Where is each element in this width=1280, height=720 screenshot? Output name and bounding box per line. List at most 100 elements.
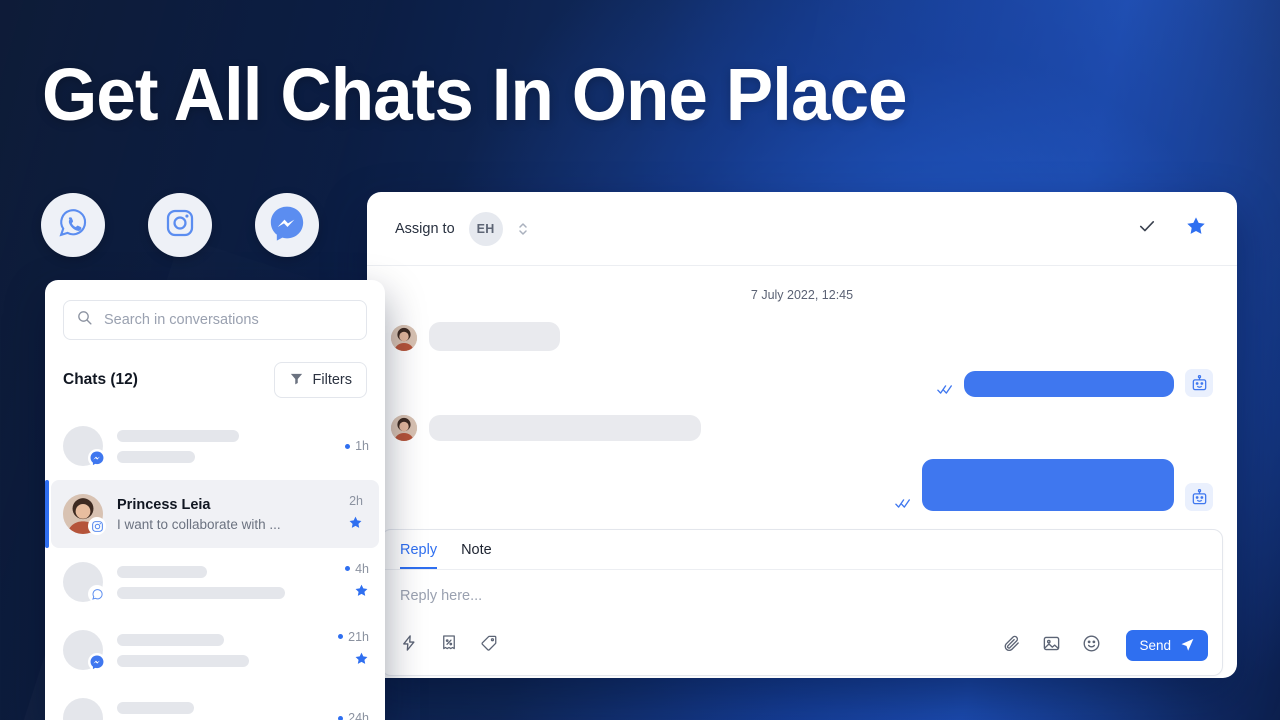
chats-count-title: Chats (12) [63, 371, 138, 388]
unread-dot [338, 715, 344, 720]
bot-avatar-icon [1185, 483, 1213, 511]
conversation-preview-placeholder [117, 654, 249, 667]
avatar [391, 415, 417, 441]
lightning-icon[interactable] [400, 634, 418, 657]
assignee-avatar[interactable]: EH [468, 211, 503, 246]
conversation-meta: 2h [348, 494, 363, 535]
conversation-timestamp: 21h [338, 630, 369, 644]
channel-whatsapp[interactable] [41, 193, 105, 257]
conversation-row[interactable]: 21h [45, 616, 385, 684]
timestamp-label: 2h [349, 493, 363, 508]
unread-dot [338, 634, 344, 639]
chat-header-actions [1137, 215, 1207, 242]
message-bubble [964, 371, 1174, 397]
promo-banner: Get All Chats In One Place Assign to EH … [0, 0, 1280, 720]
whatsapp-icon [88, 585, 106, 603]
chat-header: Assign to EH [367, 192, 1237, 266]
emoji-icon[interactable] [1082, 634, 1101, 658]
message-thread: 7 July 2022, 12:45 [367, 266, 1237, 529]
search-placeholder: Search in conversations [104, 312, 259, 328]
conversation-row[interactable]: 24h [45, 684, 385, 720]
chat-window: Assign to EH 7 July 2022, 12:45 Reply No… [367, 192, 1237, 678]
conversation-meta: 1h [345, 439, 369, 453]
avatar-image [63, 698, 103, 720]
conversation-row[interactable]: 1h [45, 412, 385, 480]
send-icon [1180, 637, 1195, 655]
timestamp-label: 21h [348, 629, 369, 644]
messenger-icon [88, 653, 106, 671]
page-title: Get All Chats In One Place [42, 53, 908, 136]
composer-tabs: Reply Note [382, 530, 1222, 570]
composer-toolbar: Send [382, 630, 1222, 675]
discount-icon[interactable] [440, 634, 458, 657]
date-divider: 7 July 2022, 12:45 [750, 288, 854, 302]
filters-button-label: Filters [312, 372, 352, 388]
read-receipt-icon [937, 384, 954, 397]
image-icon[interactable] [1042, 634, 1061, 658]
unread-dot [345, 443, 351, 449]
check-icon[interactable] [1137, 216, 1157, 241]
star-icon[interactable] [354, 583, 369, 603]
conversation-timestamp: 2h [349, 494, 363, 508]
attachment-icon[interactable] [1002, 634, 1021, 658]
conversation-name-placeholder [117, 633, 224, 646]
timestamp-label: 1h [355, 439, 369, 453]
whatsapp-icon [56, 206, 90, 245]
channel-messenger[interactable] [255, 193, 319, 257]
conversation-list: 1h Princess Leia I want to collaborate wit… [45, 412, 385, 720]
messenger-icon [267, 203, 307, 248]
conversation-preview-placeholder [117, 450, 195, 463]
read-receipt-icon [895, 498, 912, 511]
tab-note[interactable]: Note [461, 542, 492, 569]
filter-icon [289, 371, 304, 390]
conversation-name: Princess Leia [117, 496, 211, 513]
conversation-timestamp: 4h [345, 562, 369, 576]
avatar [63, 630, 106, 671]
send-button[interactable]: Send [1126, 630, 1208, 661]
channel-instagram[interactable] [148, 193, 212, 257]
conversation-body: Princess Leia I want to collaborate with … [117, 497, 338, 532]
send-button-label: Send [1139, 638, 1171, 653]
conversation-list-header: Chats (12) Filters [45, 340, 385, 412]
conversation-body [117, 429, 335, 463]
channel-icon-group [41, 193, 319, 257]
avatar [63, 562, 106, 603]
chevron-updown-icon[interactable] [517, 220, 529, 238]
avatar [63, 426, 106, 467]
star-icon[interactable] [1185, 215, 1207, 242]
instagram-icon [164, 207, 196, 244]
search-wrapper: Search in conversations [45, 280, 385, 340]
conversation-timestamp: 1h [345, 439, 369, 453]
tab-reply[interactable]: Reply [400, 542, 438, 569]
reply-input[interactable]: Reply here... [382, 570, 1222, 630]
message-composer: Reply Note Reply here... Send [381, 529, 1223, 676]
search-icon [76, 309, 93, 331]
conversation-meta: 21h [338, 630, 369, 671]
message-bubble [429, 322, 560, 351]
message-row [391, 322, 1213, 351]
conversation-body [117, 565, 335, 599]
conversation-preview: I want to collaborate with ... [117, 516, 281, 532]
conversation-body [117, 633, 328, 667]
unread-dot [345, 566, 351, 571]
conversation-list-panel: Search in conversations Chats (12) Filte… [45, 280, 385, 720]
composer-tools-left [400, 634, 498, 657]
star-icon[interactable] [348, 515, 363, 535]
filters-button[interactable]: Filters [273, 362, 367, 398]
conversation-row[interactable]: 4h [45, 548, 385, 616]
search-input[interactable]: Search in conversations [63, 300, 367, 340]
instagram-icon [88, 517, 106, 535]
tag-icon[interactable] [480, 634, 498, 657]
avatar [63, 494, 106, 535]
conversation-row-selected[interactable]: Princess Leia I want to collaborate with … [45, 480, 379, 548]
timestamp-label: 24h [348, 711, 369, 720]
avatar [391, 325, 417, 351]
message-row [391, 369, 1213, 397]
message-row [391, 459, 1213, 511]
composer-tools-right: Send [1002, 630, 1208, 661]
message-row [391, 415, 1213, 441]
messenger-icon [88, 449, 106, 467]
message-bubble [429, 415, 701, 441]
bot-avatar-icon [1185, 369, 1213, 397]
star-icon[interactable] [354, 651, 369, 671]
